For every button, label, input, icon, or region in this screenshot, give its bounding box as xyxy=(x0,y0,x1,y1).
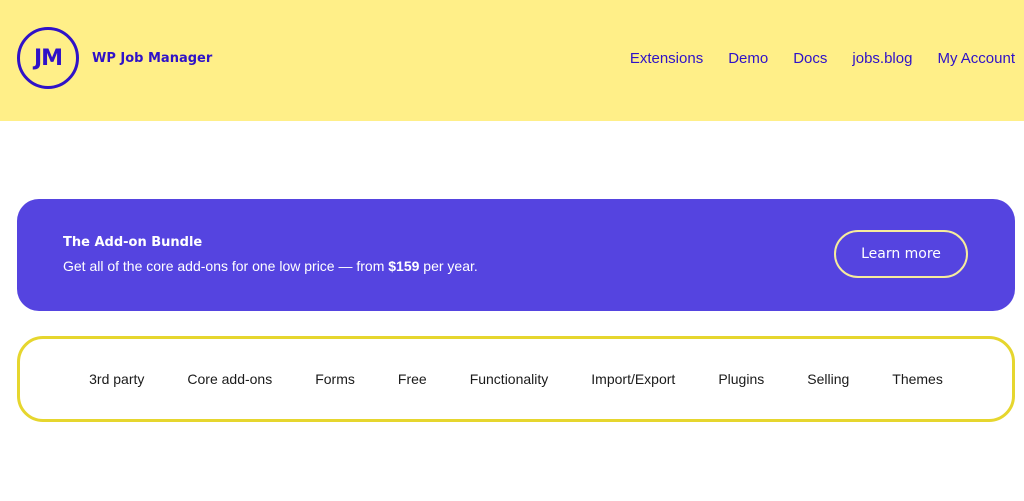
banner-desc-suffix: per year. xyxy=(419,258,478,274)
category-forms[interactable]: Forms xyxy=(315,369,355,389)
category-filter: 3rd party Core add-ons Forms Free Functi… xyxy=(17,336,1015,422)
main-nav: Extensions Demo Docs jobs.blog My Accoun… xyxy=(630,49,1015,69)
nav-link-demo[interactable]: Demo xyxy=(728,49,768,69)
logo-icon[interactable]: JM xyxy=(17,27,79,89)
addon-bundle-banner: The Add-on Bundle Get all of the core ad… xyxy=(17,199,1015,311)
nav-link-extensions[interactable]: Extensions xyxy=(630,49,703,69)
category-core-add-ons[interactable]: Core add-ons xyxy=(187,369,272,389)
category-selling[interactable]: Selling xyxy=(807,369,849,389)
banner-description: Get all of the core add-ons for one low … xyxy=(63,256,478,276)
category-functionality[interactable]: Functionality xyxy=(470,369,549,389)
nav-link-docs[interactable]: Docs xyxy=(793,49,827,69)
category-free[interactable]: Free xyxy=(398,369,427,389)
banner-price: $159 xyxy=(388,258,420,274)
nav-link-my-account[interactable]: My Account xyxy=(937,49,1015,69)
site-title[interactable]: WP Job Manager xyxy=(92,50,212,68)
site-header: JM WP Job Manager Extensions Demo Docs j… xyxy=(0,0,1024,121)
category-plugins[interactable]: Plugins xyxy=(718,369,764,389)
logo-mark-text: JM xyxy=(33,45,63,71)
category-list: 3rd party Core add-ons Forms Free Functi… xyxy=(20,339,1012,419)
nav-link-jobs-blog[interactable]: jobs.blog xyxy=(852,49,912,69)
category-themes[interactable]: Themes xyxy=(892,369,943,389)
learn-more-button[interactable]: Learn more xyxy=(834,230,968,278)
banner-title: The Add-on Bundle xyxy=(63,235,203,250)
category-3rd-party[interactable]: 3rd party xyxy=(89,369,144,389)
banner-desc-prefix: Get all of the core add-ons for one low … xyxy=(63,258,389,274)
category-import-export[interactable]: Import/Export xyxy=(591,369,675,389)
